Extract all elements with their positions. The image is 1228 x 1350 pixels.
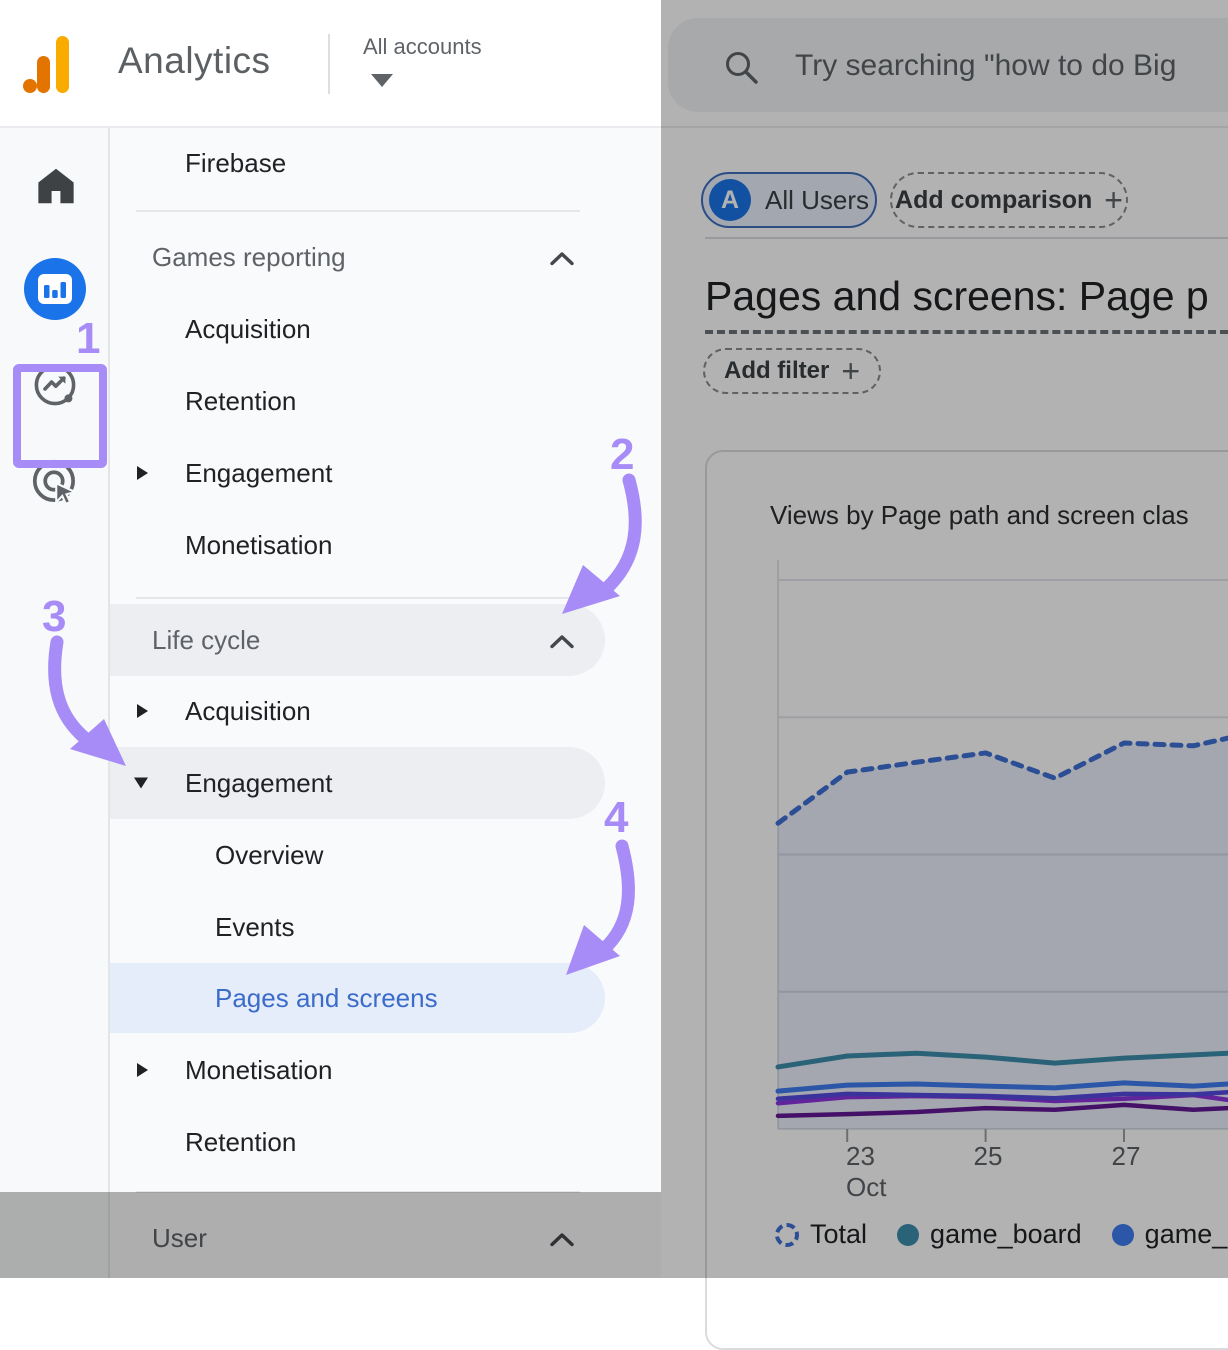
x-axis-label-23-oct: 23 Oct [846, 1141, 886, 1202]
bar-chart-icon [38, 274, 72, 304]
add-comparison-button[interactable]: Add comparison + [890, 172, 1128, 228]
nav-item-label: Events [215, 912, 295, 943]
nav-divider [136, 597, 580, 599]
chevron-up-icon[interactable] [550, 625, 574, 656]
x-tick-month-label: Oct [846, 1172, 886, 1203]
game-over-dot-icon [1112, 1224, 1134, 1246]
account-switcher[interactable]: All accounts [363, 34, 482, 60]
add-comparison-label: Add comparison [895, 186, 1092, 215]
nav-item-label: Retention [185, 1127, 296, 1158]
nav-item-lifecycle-acquisition[interactable]: Acquisition [110, 675, 605, 747]
app-title: Analytics [118, 40, 271, 82]
legend-label: game_over [1145, 1219, 1228, 1250]
nav-item-lifecycle-monetisation[interactable]: Monetisation [110, 1034, 605, 1106]
search-icon [722, 48, 762, 88]
nav-item-label: Engagement [185, 768, 332, 799]
nav-item-games-retention[interactable]: Retention [110, 365, 605, 437]
game-board-dot-icon [897, 1224, 919, 1246]
nav-section-label: User [152, 1223, 207, 1254]
left-rail [0, 128, 110, 1278]
nav-divider [136, 1191, 580, 1193]
audience-avatar: A [709, 179, 751, 221]
nav-item-engagement-overview[interactable]: Overview [110, 819, 605, 891]
nav-item-label: Acquisition [185, 314, 311, 345]
step4-number: 4 [604, 793, 628, 843]
search-input[interactable]: Try searching "how to do Big [668, 18, 1228, 112]
nav-item-label: Engagement [185, 458, 332, 489]
all-users-label: All Users [765, 185, 869, 216]
legend-label: game_board [930, 1219, 1082, 1250]
nav-item-label: Acquisition [185, 696, 311, 727]
nav-item-label: Firebase [185, 148, 286, 179]
caret-right-icon[interactable] [137, 1063, 148, 1077]
legend-item-total[interactable]: Total [775, 1219, 867, 1250]
nav-item-label: Monetisation [185, 1055, 332, 1086]
chevron-up-icon[interactable] [550, 242, 574, 273]
nav-section-label: Games reporting [152, 242, 346, 273]
nav-item-lifecycle-engagement[interactable]: Engagement [110, 747, 605, 819]
step1-number: 1 [76, 314, 100, 364]
search-placeholder: Try searching "how to do Big [795, 49, 1176, 83]
chart-title: Views by Page path and screen clas [770, 500, 1189, 531]
analytics-logo-icon [20, 28, 92, 100]
step3-number: 3 [42, 592, 66, 642]
step2-number: 2 [610, 430, 634, 480]
x-axis-label-27: 27 [1104, 1141, 1148, 1172]
nav-item-label: Overview [215, 840, 323, 871]
nav-item-label: Monetisation [185, 530, 332, 561]
legend-label: Total [810, 1219, 867, 1250]
nav-item-games-engagement[interactable]: Engagement [110, 437, 605, 509]
total-dashed-circle-icon [775, 1223, 799, 1247]
chart-card: Views by Page path and screen clas [705, 450, 1228, 1350]
nav-section-label: Life cycle [152, 625, 260, 656]
account-caret-down-icon[interactable] [371, 74, 393, 87]
nav-divider [136, 210, 580, 212]
plus-icon: + [841, 353, 860, 390]
legend-item-game-board[interactable]: game_board [897, 1219, 1082, 1250]
chevron-up-icon[interactable] [550, 1223, 574, 1254]
reports-icon[interactable] [24, 258, 86, 320]
legend-item-game-over[interactable]: game_over [1112, 1219, 1228, 1250]
caret-down-icon[interactable] [134, 778, 148, 789]
x-tick-label: 23 [846, 1141, 886, 1172]
nav-item-games-acquisition[interactable]: Acquisition [110, 293, 605, 365]
plus-icon: + [1104, 182, 1123, 219]
all-users-chip[interactable]: A All Users [701, 172, 877, 228]
app-header: Analytics All accounts Try searching "ho… [0, 0, 1228, 128]
header-divider [328, 34, 330, 94]
chart-legend: Total game_board game_over [775, 1219, 1228, 1250]
nav-section-life-cycle[interactable]: Life cycle [110, 604, 605, 676]
nav-item-firebase[interactable]: Firebase [110, 127, 605, 199]
nav-item-label: Retention [185, 386, 296, 417]
page-title[interactable]: Pages and screens: Page p [705, 273, 1228, 334]
add-filter-button[interactable]: Add filter + [703, 348, 881, 394]
x-axis-label-25: 25 [966, 1141, 1010, 1172]
nav-section-user[interactable]: User [110, 1202, 605, 1274]
step1-highlight-box [13, 364, 107, 468]
add-filter-label: Add filter [724, 357, 829, 385]
nav-item-engagement-events[interactable]: Events [110, 891, 605, 963]
nav-item-games-monetisation[interactable]: Monetisation [110, 509, 605, 581]
report-nav-drawer: Firebase Games reporting Acquisition Ret… [110, 128, 661, 1278]
home-icon[interactable] [33, 163, 79, 209]
caret-right-icon[interactable] [137, 704, 148, 718]
nav-item-pages-and-screens[interactable]: Pages and screens [110, 963, 605, 1033]
nav-item-label-selected: Pages and screens [215, 983, 438, 1014]
nav-section-games-reporting[interactable]: Games reporting [110, 221, 605, 293]
main-content: A All Users Add comparison + Pages and s… [661, 128, 1228, 1278]
caret-right-icon[interactable] [137, 466, 148, 480]
nav-item-lifecycle-retention[interactable]: Retention [110, 1106, 605, 1178]
chips-divider [705, 237, 1228, 239]
